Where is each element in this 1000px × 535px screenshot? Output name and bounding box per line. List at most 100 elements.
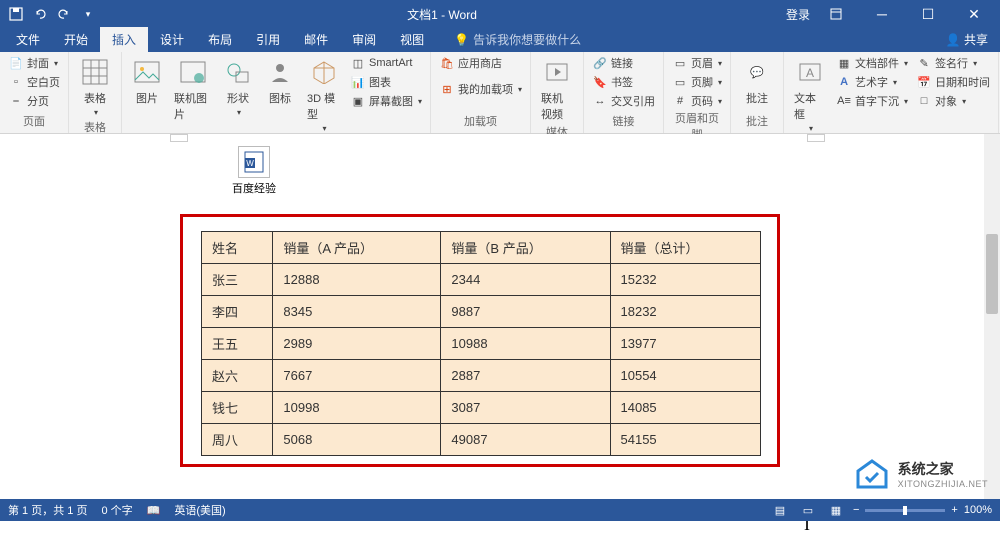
page-number-button[interactable]: #页码▾ bbox=[670, 92, 724, 110]
table-cell[interactable]: 10554 bbox=[610, 360, 760, 392]
save-icon[interactable] bbox=[6, 4, 26, 24]
cover-page-button[interactable]: 📄封面▾ bbox=[6, 54, 62, 72]
header-button[interactable]: ▭页眉▾ bbox=[670, 54, 724, 72]
table-cell[interactable]: 2989 bbox=[273, 328, 441, 360]
table-row: 赵六7667288710554 bbox=[202, 360, 761, 392]
zoom-slider[interactable] bbox=[865, 509, 945, 512]
signature-line-button[interactable]: ✎签名行▾ bbox=[914, 54, 992, 72]
maximize-button[interactable]: ☐ bbox=[908, 0, 948, 28]
tell-me-search[interactable]: 💡 告诉我你想要做什么 bbox=[446, 27, 589, 52]
window-title: 文档1 - Word bbox=[104, 6, 780, 23]
comment-button[interactable]: 💬批注 bbox=[737, 54, 777, 108]
table-cell[interactable]: 14085 bbox=[610, 392, 760, 424]
print-layout-icon[interactable]: ▭ bbox=[797, 501, 819, 519]
web-layout-icon[interactable]: ▦ bbox=[825, 501, 847, 519]
login-link[interactable]: 登录 bbox=[786, 6, 810, 23]
object-icon: □ bbox=[916, 93, 932, 109]
cross-reference-button[interactable]: ↔交叉引用 bbox=[590, 92, 657, 110]
redo-icon[interactable] bbox=[54, 4, 74, 24]
shapes-button[interactable]: 形状▾ bbox=[219, 54, 257, 119]
table-cell[interactable]: 李四 bbox=[202, 296, 273, 328]
table-header-cell[interactable]: 销量（B 产品） bbox=[441, 232, 610, 264]
smartart-button[interactable]: ◫SmartArt bbox=[348, 54, 424, 72]
zoom-in-button[interactable]: + bbox=[951, 504, 957, 516]
table-cell[interactable]: 13977 bbox=[610, 328, 760, 360]
screenshot-button[interactable]: ▣屏幕截图▾ bbox=[348, 92, 424, 110]
link-button[interactable]: 🔗链接 bbox=[590, 54, 657, 72]
online-video-button[interactable]: 联机视频 bbox=[537, 54, 577, 124]
language-indicator[interactable]: 英语(美国) bbox=[174, 502, 225, 518]
tab-references[interactable]: 引用 bbox=[244, 27, 292, 52]
object-button[interactable]: □对象▾ bbox=[914, 92, 992, 110]
zoom-out-button[interactable]: − bbox=[853, 504, 859, 516]
vertical-scrollbar[interactable] bbox=[984, 134, 1000, 499]
dropcap-button[interactable]: A≡首字下沉▾ bbox=[834, 92, 910, 110]
table-cell[interactable]: 9887 bbox=[441, 296, 610, 328]
textbox-button[interactable]: A文本框▾ bbox=[790, 54, 830, 135]
chart-button[interactable]: 📊图表 bbox=[348, 73, 424, 91]
share-button[interactable]: 👤 共享 bbox=[934, 27, 1000, 52]
table-cell[interactable]: 2887 bbox=[441, 360, 610, 392]
table-cell[interactable]: 10988 bbox=[441, 328, 610, 360]
table-cell[interactable]: 8345 bbox=[273, 296, 441, 328]
tab-view[interactable]: 视图 bbox=[388, 27, 436, 52]
tab-insert[interactable]: 插入 bbox=[100, 27, 148, 52]
minimize-button[interactable]: ─ bbox=[862, 0, 902, 28]
tab-design[interactable]: 设计 bbox=[148, 27, 196, 52]
table-header-cell[interactable]: 销量（A 产品） bbox=[273, 232, 441, 264]
bookmark-button[interactable]: 🔖书签 bbox=[590, 73, 657, 91]
undo-icon[interactable] bbox=[30, 4, 50, 24]
table-cell[interactable]: 2344 bbox=[441, 264, 610, 296]
table-cell[interactable]: 7667 bbox=[273, 360, 441, 392]
table-cell[interactable]: 王五 bbox=[202, 328, 273, 360]
table-cell[interactable]: 15232 bbox=[610, 264, 760, 296]
table-cell[interactable]: 3087 bbox=[441, 392, 610, 424]
my-addins-button[interactable]: ⊞我的加载项▾ bbox=[437, 80, 524, 98]
table-header-cell[interactable]: 姓名 bbox=[202, 232, 273, 264]
footer-button[interactable]: ▭页脚▾ bbox=[670, 73, 724, 91]
icons-button[interactable]: 图标 bbox=[261, 54, 299, 108]
store-button[interactable]: 🛍应用商店 bbox=[437, 54, 524, 72]
tab-file[interactable]: 文件 bbox=[4, 27, 52, 52]
table-cell[interactable]: 49087 bbox=[441, 424, 610, 456]
page-break-button[interactable]: ⎯分页 bbox=[6, 92, 62, 110]
embedded-object[interactable]: W 百度经验 bbox=[232, 146, 276, 196]
close-button[interactable]: ✕ bbox=[954, 0, 994, 28]
table-cell[interactable]: 12888 bbox=[273, 264, 441, 296]
table-cell[interactable]: 5068 bbox=[273, 424, 441, 456]
quick-parts-button[interactable]: ▦文档部件▾ bbox=[834, 54, 910, 72]
word-count[interactable]: 0 个字 bbox=[101, 502, 132, 518]
tab-home[interactable]: 开始 bbox=[52, 27, 100, 52]
table-cell[interactable]: 张三 bbox=[202, 264, 273, 296]
pictures-button[interactable]: 图片 bbox=[128, 54, 166, 108]
watermark: 系统之家 XITONGZHIJIA.NET bbox=[852, 457, 988, 491]
table-cell[interactable]: 周八 bbox=[202, 424, 273, 456]
wordart-icon: A bbox=[836, 74, 852, 90]
blank-page-button[interactable]: ▫空白页 bbox=[6, 73, 62, 91]
table-button[interactable]: 表格▾ bbox=[75, 54, 115, 119]
tab-mailings[interactable]: 邮件 bbox=[292, 27, 340, 52]
table-cell[interactable]: 赵六 bbox=[202, 360, 273, 392]
read-mode-icon[interactable]: ▤ bbox=[769, 501, 791, 519]
zoom-level[interactable]: 100% bbox=[964, 504, 992, 516]
online-pictures-button[interactable]: 联机图片 bbox=[170, 54, 215, 124]
qat-customize-icon[interactable]: ▾ bbox=[78, 4, 98, 24]
page-indicator[interactable]: 第 1 页，共 1 页 bbox=[8, 502, 87, 518]
table-header-cell[interactable]: 销量（总计） bbox=[610, 232, 760, 264]
tab-layout[interactable]: 布局 bbox=[196, 27, 244, 52]
ribbon-options-icon[interactable] bbox=[816, 0, 856, 28]
datetime-button[interactable]: 📅日期和时间 bbox=[914, 73, 992, 91]
data-table[interactable]: 姓名 销量（A 产品） 销量（B 产品） 销量（总计） 张三1288823441… bbox=[201, 231, 761, 456]
table-cell[interactable]: 10998 bbox=[273, 392, 441, 424]
table-cell[interactable]: 18232 bbox=[610, 296, 760, 328]
table-cell[interactable]: 54155 bbox=[610, 424, 760, 456]
scrollbar-thumb[interactable] bbox=[986, 234, 998, 314]
tab-review[interactable]: 审阅 bbox=[340, 27, 388, 52]
spellcheck-icon[interactable]: 📖 bbox=[147, 504, 161, 517]
zoom-slider-thumb[interactable] bbox=[903, 506, 907, 515]
table-cell[interactable]: 钱七 bbox=[202, 392, 273, 424]
chart-icon: 📊 bbox=[350, 74, 366, 90]
group-tables: 表格▾ 表格 bbox=[69, 52, 122, 133]
3d-models-button[interactable]: 3D 模型▾ bbox=[303, 54, 344, 135]
wordart-button[interactable]: A艺术字▾ bbox=[834, 73, 910, 91]
